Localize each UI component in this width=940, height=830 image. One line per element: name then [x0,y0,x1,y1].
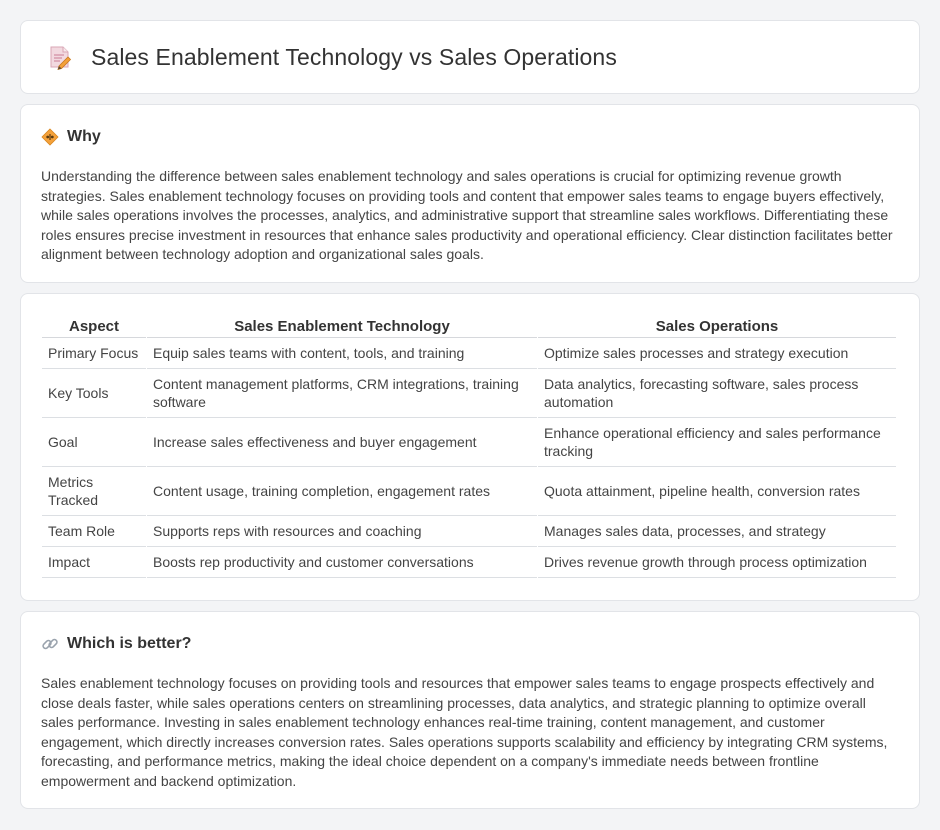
link-icon [42,638,58,650]
table-cell-aspect: Primary Focus [42,338,146,369]
which-is-better-card: Which is better? Sales enablement techno… [20,611,920,809]
why-paragraph: Understanding the difference between sal… [41,168,893,262]
table-row: Key Tools Content management platforms, … [42,369,896,418]
table-row: Metrics Tracked Content usage, training … [42,467,896,516]
table-cell-enablement: Increase sales effectiveness and buyer e… [147,418,537,467]
document-pencil-icon [50,46,72,70]
column-header-aspect: Aspect [42,314,146,338]
table-cell-aspect: Metrics Tracked [42,467,146,516]
table-cell-enablement: Supports reps with resources and coachin… [147,516,537,547]
table-header-row: Aspect Sales Enablement Technology Sales… [42,314,896,338]
table-cell-operations: Enhance operational efficiency and sales… [538,418,896,467]
table-row: Primary Focus Equip sales teams with con… [42,338,896,369]
table-cell-operations: Drives revenue growth through process op… [538,547,896,578]
why-heading-row: Why [41,127,899,147]
table-cell-aspect: Key Tools [42,369,146,418]
better-heading: Which is better? [67,635,192,652]
better-heading-row: Which is better? [41,634,899,654]
table-cell-aspect: Goal [42,418,146,467]
table-cell-operations: Optimize sales processes and strategy ex… [538,338,896,369]
table-cell-enablement: Content usage, training completion, enga… [147,467,537,516]
page-title: Sales Enablement Technology vs Sales Ope… [91,43,617,70]
table-cell-enablement: Content management platforms, CRM integr… [147,369,537,418]
table-cell-operations: Quota attainment, pipeline health, conve… [538,467,896,516]
comparison-card: Aspect Sales Enablement Technology Sales… [20,293,920,601]
why-card: Why Understanding the difference between… [20,104,920,283]
column-header-sales-operations: Sales Operations [538,314,896,338]
table-cell-operations: Manages sales data, processes, and strat… [538,516,896,547]
table-cell-aspect: Impact [42,547,146,578]
comparison-table: Aspect Sales Enablement Technology Sales… [41,314,897,578]
better-paragraph: Sales enablement technology focuses on p… [41,675,888,789]
table-cell-operations: Data analytics, forecasting software, sa… [538,369,896,418]
diamond-icon [41,128,59,146]
table-row: Impact Boosts rep productivity and custo… [42,547,896,578]
why-heading: Why [67,128,101,145]
table-cell-enablement: Equip sales teams with content, tools, a… [147,338,537,369]
table-cell-aspect: Team Role [42,516,146,547]
table-row: Team Role Supports reps with resources a… [42,516,896,547]
column-header-sales-enablement: Sales Enablement Technology [147,314,537,338]
table-cell-enablement: Boosts rep productivity and customer con… [147,547,537,578]
header-card: Sales Enablement Technology vs Sales Ope… [20,20,920,94]
table-row: Goal Increase sales effectiveness and bu… [42,418,896,467]
